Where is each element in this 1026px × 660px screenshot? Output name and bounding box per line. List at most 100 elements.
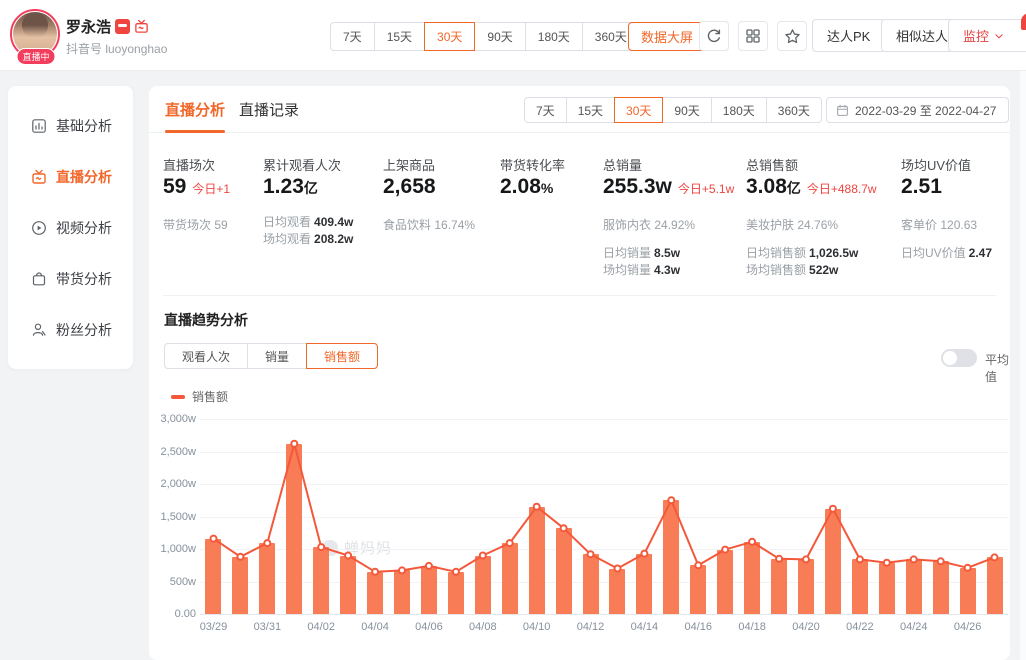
x-tick-label: 04/12 [576, 621, 605, 633]
data-point[interactable] [532, 502, 541, 511]
data-point[interactable] [775, 554, 784, 563]
data-point[interactable] [209, 534, 218, 543]
header-range-30d[interactable]: 30天 [424, 22, 476, 51]
data-point[interactable] [478, 551, 487, 560]
tab-live-records[interactable]: 直播记录 [239, 99, 299, 120]
live-tv-icon [135, 19, 148, 33]
card-range-180d[interactable]: 180天 [710, 97, 767, 123]
data-point[interactable] [505, 539, 514, 548]
y-tick-label: 1,500w [160, 510, 196, 523]
scrollbar[interactable] [1020, 71, 1026, 660]
refresh-button[interactable] [699, 21, 729, 51]
avatar[interactable]: 直播中 [10, 9, 62, 65]
refresh-icon [707, 29, 721, 43]
data-point[interactable] [828, 504, 837, 513]
x-tick-label: 04/14 [630, 621, 659, 633]
compare-button[interactable] [738, 21, 768, 51]
x-tick-label: 04/02 [307, 621, 335, 633]
sidebar: 基础分析 直播分析 视频分析 带货分析 粉丝分析 [8, 86, 133, 369]
stats-row: 直播场次 59 今日+1 带货场次 59 累计观看人次 1.23亿 日均观看 409… [163, 158, 993, 277]
main-panel: 直播分析 直播记录 7天 15天 30天 90天 180天 360天 2022-… [149, 86, 1010, 660]
expert-pk-button[interactable]: 达人PK [812, 19, 886, 52]
x-tick-label: 04/10 [522, 621, 551, 633]
x-tick-label: 04/16 [684, 621, 713, 633]
card-range-7d[interactable]: 7天 [524, 97, 567, 123]
header-range-90d[interactable]: 90天 [474, 22, 526, 51]
chart-plot[interactable]: 蝉妈妈 03/29 03/31 04/02 04/04 04/06 04/08 04/10 0… [200, 419, 1008, 633]
data-point[interactable] [236, 552, 245, 561]
data-point[interactable] [424, 561, 433, 570]
sidebar-item-live-analysis[interactable]: 直播分析 [8, 151, 133, 202]
stat-delta: 今日+488.7w [806, 182, 877, 196]
data-point[interactable] [721, 545, 730, 554]
apps-grid-icon [746, 29, 760, 43]
data-point[interactable] [694, 561, 703, 570]
data-point[interactable] [909, 555, 918, 564]
x-tick-label: 04/18 [738, 621, 766, 633]
header-range-15d[interactable]: 15天 [373, 22, 426, 51]
data-big-screen-button[interactable]: 数据大屏 [628, 22, 707, 51]
chart-y-axis: 0.00 500w 1,000w 1,500w 2,000w 2,500w 3,000w [149, 413, 196, 620]
average-toggle[interactable] [941, 349, 977, 367]
card-time-range-group: 7天 15天 30天 90天 180天 360天 [524, 97, 822, 123]
tabs-row: 直播分析 直播记录 7天 15天 30天 90天 180天 360天 2022-… [149, 86, 1010, 133]
data-point[interactable] [398, 566, 406, 575]
data-point[interactable] [882, 558, 891, 567]
active-tab-underline [165, 130, 225, 133]
data-point[interactable] [963, 563, 972, 572]
tab-live-analysis[interactable]: 直播分析 [165, 99, 225, 120]
card-range-30d[interactable]: 30天 [614, 97, 664, 123]
data-point[interactable] [586, 550, 595, 559]
chevron-down-icon [995, 33, 1003, 38]
data-point[interactable] [371, 567, 380, 576]
metric-volume-button[interactable]: 销量 [247, 343, 308, 369]
data-point[interactable] [802, 555, 810, 564]
x-tick-label: 04/26 [953, 621, 982, 633]
metric-toggle-group: 观看人次 销量 销售额 [164, 343, 379, 369]
card-range-90d[interactable]: 90天 [662, 97, 712, 123]
data-point[interactable] [748, 537, 757, 546]
data-point[interactable] [640, 549, 649, 558]
legend-label: 销售额 [192, 390, 229, 404]
monitor-label: 监控 [963, 29, 990, 44]
average-toggle-label: 平均值 [985, 353, 1010, 384]
data-point[interactable] [317, 543, 326, 552]
trend-section-title: 直播趋势分析 [164, 312, 248, 328]
data-point[interactable] [667, 496, 676, 505]
section-divider [163, 295, 996, 296]
y-tick-label: 0.00 [174, 608, 196, 620]
gridline [200, 614, 1008, 615]
card-range-360d[interactable]: 360天 [765, 97, 822, 123]
monitor-button[interactable]: 监控 [948, 13, 1026, 52]
data-point[interactable] [613, 564, 622, 573]
legend-swatch [171, 394, 185, 399]
card-range-15d[interactable]: 15天 [565, 97, 616, 123]
data-point[interactable] [559, 524, 568, 533]
metric-sales-button[interactable]: 销售额 [306, 343, 379, 369]
data-point[interactable] [344, 551, 353, 560]
data-point[interactable] [936, 557, 945, 566]
trend-line-overlay [209, 439, 999, 576]
x-tick-label: 04/06 [415, 621, 443, 633]
x-tick-label: 04/04 [361, 621, 389, 633]
monitor-notification-badge [1021, 13, 1026, 30]
sidebar-item-basic-analysis[interactable]: 基础分析 [8, 100, 133, 151]
x-tick-label: 04/24 [899, 621, 928, 633]
data-point[interactable] [263, 539, 272, 548]
header-range-7d[interactable]: 7天 [330, 22, 375, 51]
header-range-180d[interactable]: 180天 [524, 22, 583, 51]
data-point[interactable] [855, 555, 864, 564]
sidebar-label: 带货分析 [56, 270, 112, 287]
sidebar-item-commerce-analysis[interactable]: 带货分析 [8, 253, 133, 304]
brand-badge-icon [115, 19, 131, 34]
metric-views-button[interactable]: 观看人次 [164, 343, 249, 369]
sidebar-label: 视频分析 [56, 219, 112, 236]
date-range-picker[interactable]: 2022-03-29 至 2022-04-27 [826, 97, 1009, 123]
stat-delta: 今日+5.1w [677, 182, 735, 196]
data-point[interactable] [451, 567, 460, 576]
favorite-button[interactable] [777, 21, 807, 51]
data-point[interactable] [990, 553, 999, 562]
sidebar-item-fans-analysis[interactable]: 粉丝分析 [8, 304, 133, 355]
sidebar-item-video-analysis[interactable]: 视频分析 [8, 202, 133, 253]
data-point[interactable] [290, 439, 299, 448]
